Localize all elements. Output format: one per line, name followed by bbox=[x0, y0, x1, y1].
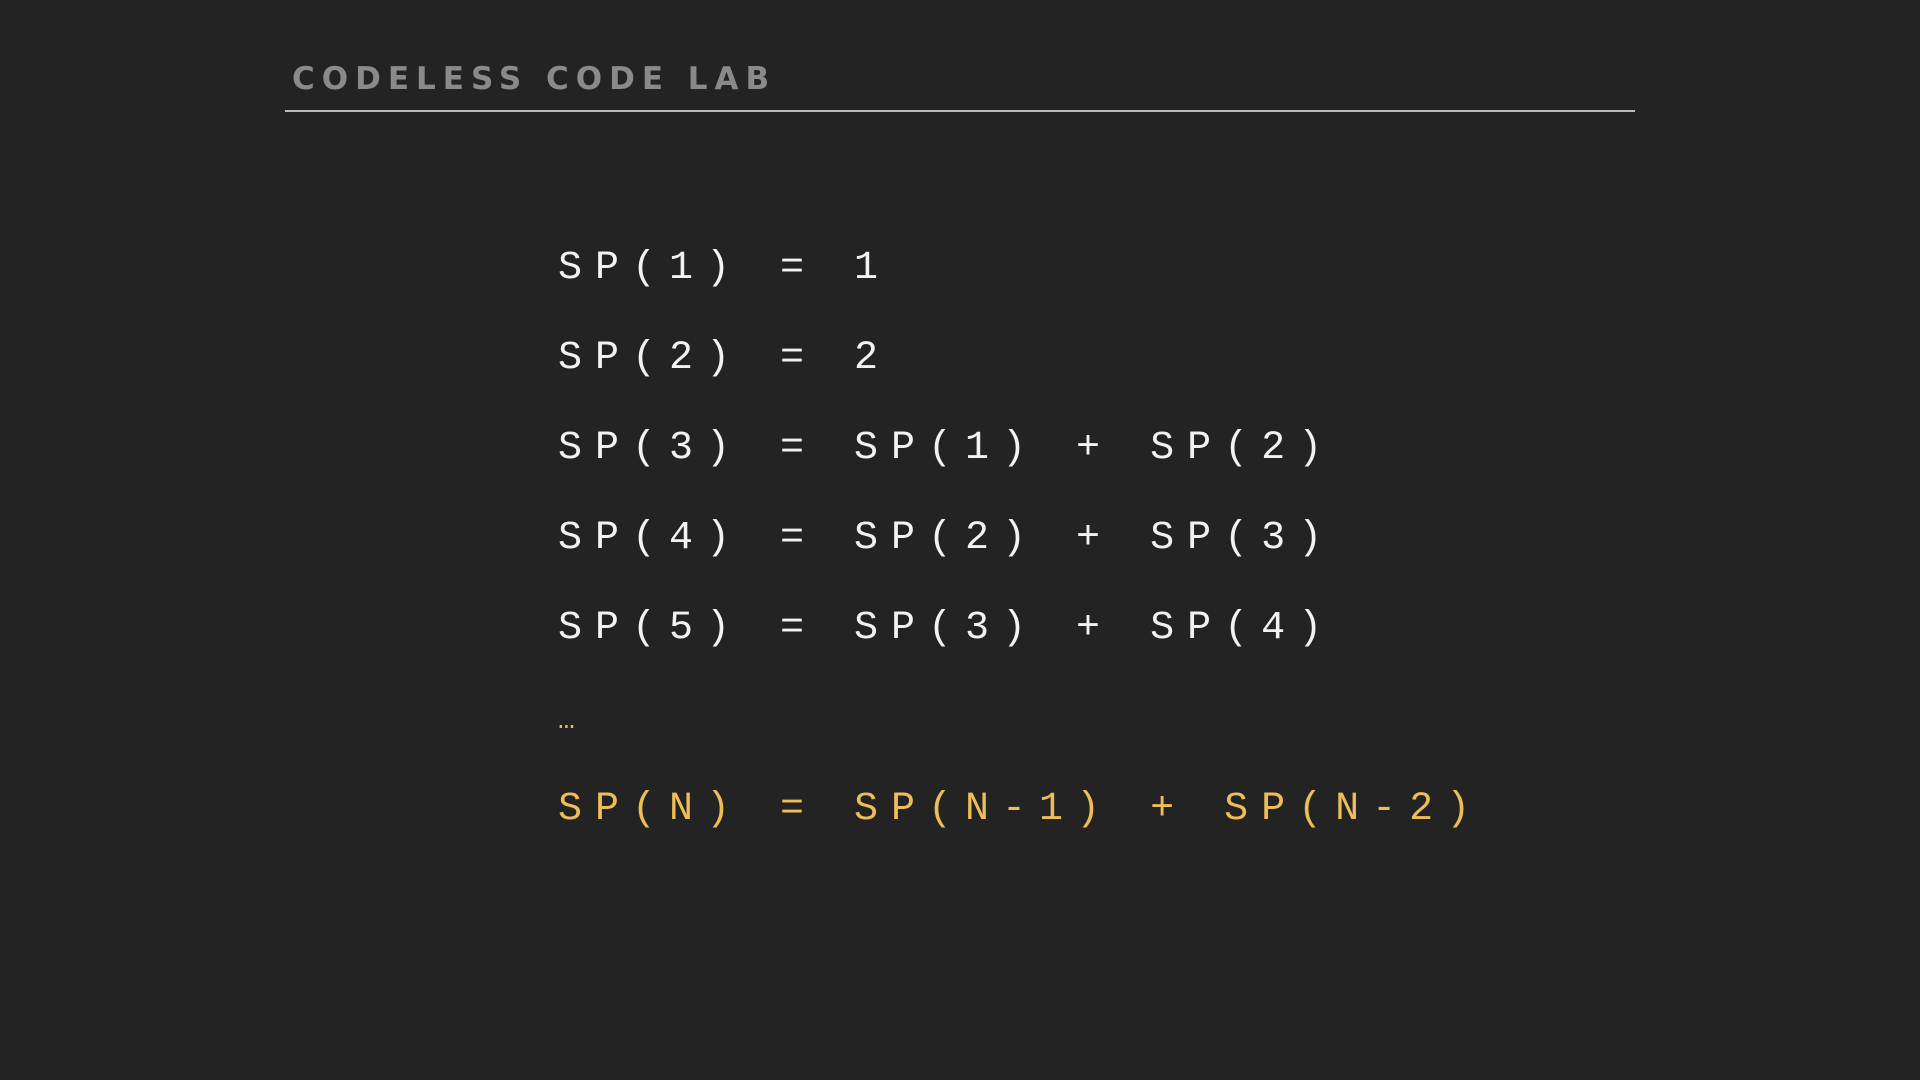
slide: { "header": { "brand": "CODELESS CODE LA… bbox=[0, 0, 1920, 1080]
formula-list: SP(1) = 1 SP(2) = 2 SP(3) = SP(1) + SP(2… bbox=[558, 0, 1470, 1080]
ellipsis: … bbox=[558, 706, 575, 737]
formula-sp3: SP(3) = SP(1) + SP(2) bbox=[558, 426, 1336, 471]
formula-sp2: SP(2) = 2 bbox=[558, 336, 892, 381]
formula-sp5: SP(5) = SP(3) + SP(4) bbox=[558, 606, 1336, 651]
formula-general: SP(N) = SP(N-1) + SP(N-2) bbox=[558, 787, 1484, 832]
formula-sp4: SP(4) = SP(2) + SP(3) bbox=[558, 516, 1336, 561]
formula-sp1: SP(1) = 1 bbox=[558, 246, 892, 291]
